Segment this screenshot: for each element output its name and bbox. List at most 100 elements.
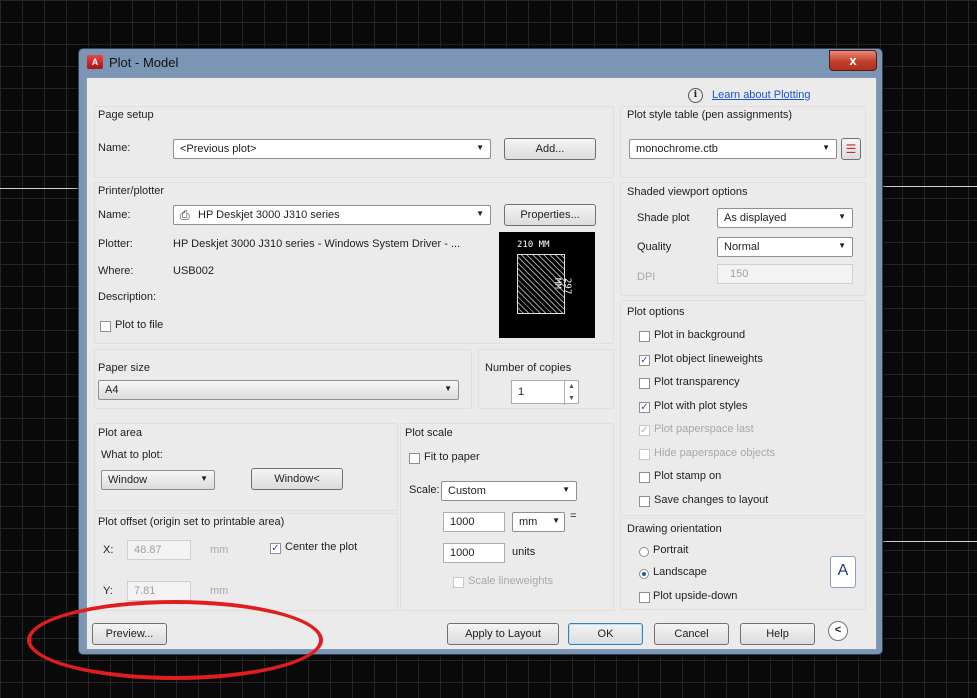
dropdown-arrow-icon: ▼ [562, 485, 570, 494]
page-setup-name-dropdown[interactable]: <Previous plot> ▼ [173, 139, 491, 159]
center-the-plot-checkbox[interactable]: ✓ [270, 543, 281, 554]
plot-area-heading: Plot area [98, 427, 143, 439]
plot-to-file-checkbox[interactable] [100, 321, 111, 332]
where-value: USB002 [173, 265, 214, 277]
title-bar[interactable]: A Plot - Model x [79, 49, 882, 77]
plot-option-checkbox[interactable]: ✓ [639, 402, 650, 413]
properties-button[interactable]: Properties... [504, 204, 596, 226]
red-annotation-circle [27, 600, 323, 680]
offset-x-label: X: [103, 544, 114, 556]
plot-upside-down-label: Plot upside-down [653, 590, 738, 602]
scale-label: Scale: [409, 484, 440, 496]
shade-plot-label: Shade plot [637, 212, 690, 224]
quality-label: Quality [637, 241, 672, 253]
paper-preview: 210 MM 297 MM [499, 232, 595, 338]
landscape-orientation-icon: A [830, 556, 856, 588]
ok-button[interactable]: OK [568, 623, 643, 645]
dpi-input[interactable]: 150 [717, 264, 853, 284]
scale-lineweights-checkbox[interactable] [453, 577, 464, 588]
plot-option-label: Plot stamp on [654, 470, 722, 482]
scale-unit1: mm [519, 516, 538, 528]
apply-to-layout-button[interactable]: Apply to Layout [447, 623, 559, 645]
copies-value: 1 [518, 386, 525, 398]
plot-option-label: Save changes to layout [654, 494, 769, 506]
printer-name-dropdown[interactable]: HP Deskjet 3000 J310 series ⎙ ▼ [173, 205, 491, 225]
plot-option-label: Plot with plot styles [654, 400, 748, 412]
plot-offset-heading: Plot offset (origin set to printable are… [98, 516, 285, 528]
copies-heading: Number of copies [485, 362, 572, 374]
help-button[interactable]: Help [740, 623, 815, 645]
spinner-icon[interactable]: ▲ ▼ [564, 381, 578, 405]
quality-dropdown[interactable]: Normal ▼ [717, 237, 853, 257]
scale-unit-dropdown[interactable]: mm ▼ [512, 512, 565, 532]
plot-options-heading: Plot options [627, 306, 685, 318]
landscape-radio[interactable] [639, 569, 649, 579]
paper-size-dropdown[interactable]: A4 ▼ [98, 380, 459, 400]
copies-input[interactable]: 1 ▲ ▼ [511, 380, 579, 405]
fit-to-paper-checkbox[interactable] [409, 453, 420, 464]
drawing-orientation-heading: Drawing orientation [627, 523, 722, 535]
scale-dropdown[interactable]: Custom ▼ [441, 481, 577, 501]
what-to-plot-dropdown[interactable]: Window ▼ [101, 470, 215, 490]
center-the-plot-label: Center the plot [285, 541, 358, 553]
dropdown-arrow-icon: ▼ [838, 212, 846, 221]
offset-y-input[interactable]: 7.81 [127, 581, 191, 601]
plot-style-table-heading: Plot style table (pen assignments) [627, 109, 793, 121]
plot-option-label: Hide paperspace objects [654, 447, 776, 459]
dropdown-arrow-icon: ▼ [476, 143, 484, 152]
plot-option-checkbox[interactable]: ✓ [639, 355, 650, 366]
dpi-value: 150 [730, 268, 749, 280]
fit-to-paper-label: Fit to paper [424, 451, 480, 463]
offset-y-value: 7.81 [134, 585, 156, 597]
scale-value1-input[interactable]: 1000 [443, 512, 505, 532]
plot-option-label: Plot transparency [654, 376, 740, 388]
plot-to-file-label: Plot to file [115, 319, 164, 331]
plot-option-checkbox[interactable] [639, 378, 650, 389]
plot-option-checkbox[interactable] [639, 331, 650, 342]
dialog-client-area: i Learn about Plotting Page setup Name: … [86, 77, 877, 650]
plot-option-checkbox[interactable]: ✓ [639, 425, 650, 436]
close-button[interactable]: x [829, 50, 877, 71]
window-title: Plot - Model [109, 55, 179, 70]
scale-value2: 1000 [450, 547, 475, 559]
plot-style-table-value: monochrome.ctb [636, 143, 718, 155]
printer-plotter-heading: Printer/plotter [98, 185, 165, 197]
printer-name-label: Name: [98, 209, 131, 221]
printer-icon: ⎙ [180, 208, 190, 222]
plotter-value: HP Deskjet 3000 J310 series - Windows Sy… [173, 238, 461, 250]
plot-upside-down-checkbox[interactable] [639, 592, 650, 603]
plot-dialog: A Plot - Model x i Learn about Plotting … [78, 48, 883, 655]
plot-option-checkbox[interactable] [639, 449, 650, 460]
landscape-label: Landscape [653, 566, 707, 578]
cad-line-right-lower [881, 541, 977, 542]
cancel-button[interactable]: Cancel [654, 623, 729, 645]
scale-value: Custom [448, 485, 486, 497]
scale-lineweights-label: Scale lineweights [468, 575, 553, 587]
dpi-label: DPI [637, 271, 656, 283]
offset-y-unit: mm [210, 585, 229, 597]
add-button[interactable]: Add... [504, 138, 596, 160]
dropdown-arrow-icon: ▼ [476, 209, 484, 218]
offset-x-input[interactable]: 48.87 [127, 540, 191, 560]
page-setup-heading: Page setup [98, 109, 154, 121]
dropdown-arrow-icon: ▼ [200, 474, 208, 483]
paper-size-value: A4 [105, 384, 119, 396]
learn-about-plotting-link[interactable]: Learn about Plotting [712, 89, 810, 101]
offset-x-value: 48.87 [134, 544, 162, 556]
plot-option-checkbox[interactable] [639, 496, 650, 507]
what-to-plot-value: Window [108, 474, 148, 486]
app-icon: A [87, 55, 103, 69]
cad-line-left [0, 188, 78, 189]
collapse-icon[interactable]: < [828, 621, 848, 641]
preview-width-label: 210 MM [517, 240, 550, 250]
scale-unit2: units [512, 546, 536, 558]
shade-plot-dropdown[interactable]: As displayed ▼ [717, 208, 853, 228]
portrait-radio[interactable] [639, 547, 649, 557]
plot-style-table-dropdown[interactable]: monochrome.ctb ▼ [629, 139, 837, 159]
plot-option-checkbox[interactable] [639, 472, 650, 483]
scale-equals: = [570, 510, 577, 522]
edit-plot-style-icon[interactable]: ☰ [841, 138, 861, 160]
plotter-label: Plotter: [98, 238, 133, 250]
window-pick-button[interactable]: Window< [251, 468, 343, 490]
scale-value2-input[interactable]: 1000 [443, 543, 505, 563]
